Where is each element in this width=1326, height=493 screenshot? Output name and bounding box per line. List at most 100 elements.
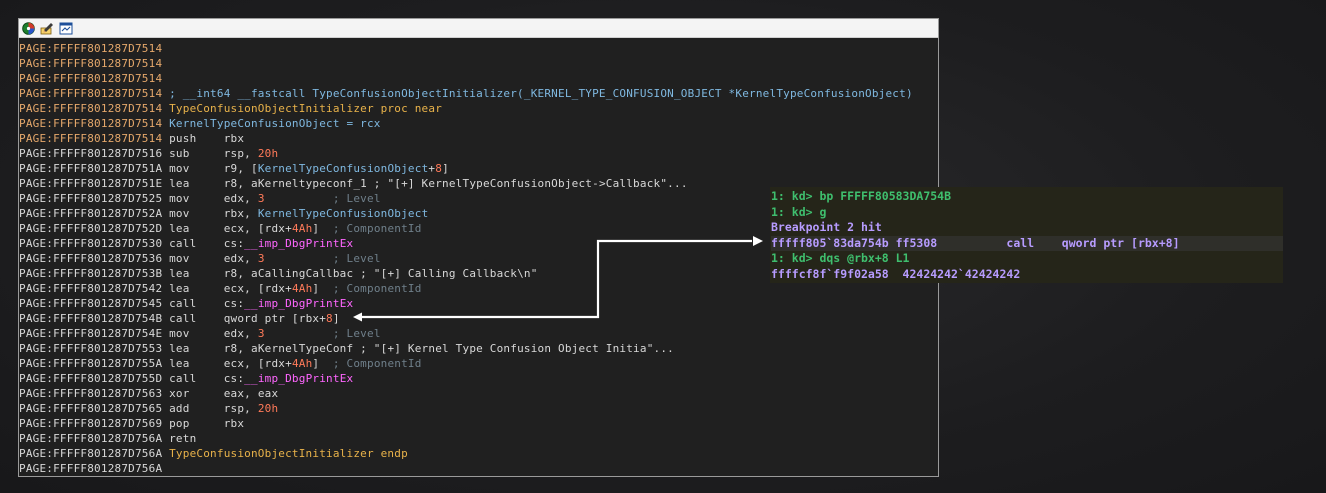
disasm-operand: r8, aKernelTypeConf ; "[+] Kernel Type C… xyxy=(223,342,674,355)
disasm-operand: KernelTypeConfusionObject xyxy=(257,162,429,175)
disasm-operand: KernelTypeConfusionObject = rcx xyxy=(169,117,381,130)
disasm-operand: ecx, [rdx+ xyxy=(223,222,292,235)
disasm-operand: __imp_DbgPrintEx xyxy=(244,372,354,385)
disasm-address: PAGE:FFFFF801287D7514 xyxy=(19,87,163,100)
windbg-command-line: 1: kd> dqs @rbx+8 L1 xyxy=(771,251,910,266)
disasm-address: PAGE:FFFFF801287D7536 xyxy=(19,252,163,265)
disasm-address: PAGE:FFFFF801287D7514 xyxy=(19,72,163,85)
disasm-line[interactable]: PAGE:FFFFF801287D7514 xyxy=(19,71,938,86)
disasm-mnemonic: mov xyxy=(169,252,224,265)
disasm-address: PAGE:FFFFF801287D7569 xyxy=(19,417,163,430)
proximity-view-icon[interactable] xyxy=(59,21,73,35)
disasm-mnemonic: mov xyxy=(169,162,224,175)
disasm-line[interactable]: PAGE:FFFFF801287D7514 push rbx xyxy=(19,131,938,146)
disasm-line[interactable]: PAGE:FFFFF801287D7569 pop rbx xyxy=(19,416,938,431)
windbg-output-line: fffff805`83da754b ff5308 call qword ptr … xyxy=(771,235,1283,252)
disasm-operand: ; Level xyxy=(264,327,381,340)
disasm-mnemonic: lea xyxy=(169,222,224,235)
disasm-line[interactable]: PAGE:FFFFF801287D7563 xor eax, eax xyxy=(19,386,938,401)
disasm-operand: r8, aCallingCallbac ; "[+] Calling Callb… xyxy=(223,267,538,280)
disasm-operand: 20h xyxy=(257,402,279,415)
disasm-address: PAGE:FFFFF801287D7565 xyxy=(19,402,163,415)
disasm-address: PAGE:FFFFF801287D751E xyxy=(19,177,163,190)
disasm-mnemonic: xor xyxy=(169,387,224,400)
disasm-mnemonic: retn xyxy=(169,432,224,445)
disasm-mnemonic: mov xyxy=(169,327,224,340)
disasm-operand: ; Level xyxy=(264,252,381,265)
disasm-address: PAGE:FFFFF801287D756A xyxy=(19,432,163,445)
disasm-operand: edx, xyxy=(223,192,258,205)
disasm-line[interactable]: PAGE:FFFFF801287D755D call cs:__imp_DbgP… xyxy=(19,371,938,386)
disasm-line[interactable]: PAGE:FFFFF801287D7545 call cs:__imp_DbgP… xyxy=(19,296,938,311)
disasm-line[interactable]: PAGE:FFFFF801287D756A retn xyxy=(19,431,938,446)
disasm-address: PAGE:FFFFF801287D751A xyxy=(19,162,163,175)
disasm-line[interactable]: PAGE:FFFFF801287D7514 ; __int64 __fastca… xyxy=(19,86,938,101)
disasm-operand: 20h xyxy=(257,147,279,160)
disasm-line[interactable]: PAGE:FFFFF801287D7514 TypeConfusionObjec… xyxy=(19,101,938,116)
disasm-line[interactable]: PAGE:FFFFF801287D7553 lea r8, aKernelTyp… xyxy=(19,341,938,356)
disasm-operand: KernelTypeConfusionObject xyxy=(257,207,429,220)
disasm-address: PAGE:FFFFF801287D7563 xyxy=(19,387,163,400)
disasm-address: PAGE:FFFFF801287D755D xyxy=(19,372,163,385)
disasm-address: PAGE:FFFFF801287D756A xyxy=(19,462,163,475)
disasm-line[interactable]: PAGE:FFFFF801287D7514 xyxy=(19,56,938,71)
disasm-address: PAGE:FFFFF801287D7530 xyxy=(19,237,163,250)
edit-icon[interactable] xyxy=(40,21,54,35)
disasm-operand: __imp_DbgPrintEx xyxy=(244,237,354,250)
disasm-operand: ; __int64 __fastcall TypeConfusionObject… xyxy=(169,87,913,100)
disasm-operand: r8, aKerneltypeconf_1 ; "[+] KernelTypeC… xyxy=(223,177,688,190)
disasm-operand: qword ptr [rbx+ xyxy=(223,312,327,325)
disasm-operand: ecx, [rdx+ xyxy=(223,282,292,295)
disasm-operand: __imp_DbgPrintEx xyxy=(244,297,354,310)
disasm-operand: rsp, xyxy=(223,147,258,160)
disasm-address: PAGE:FFFFF801287D752A xyxy=(19,207,163,220)
disasm-address: PAGE:FFFFF801287D754E xyxy=(19,327,163,340)
disasm-mnemonic: call xyxy=(169,372,224,385)
disasm-address: PAGE:FFFFF801287D7545 xyxy=(19,297,163,310)
disasm-address: PAGE:FFFFF801287D7516 xyxy=(19,147,163,160)
disasm-address: PAGE:FFFFF801287D7514 xyxy=(19,132,163,145)
disasm-operand: ; Level xyxy=(264,192,381,205)
windbg-output-line: Breakpoint 2 hit xyxy=(771,220,882,235)
windbg-output-panel: 1: kd> bp FFFFF80583DA754B 1: kd> g Breakp… xyxy=(770,187,1283,283)
disasm-address: PAGE:FFFFF801287D7514 xyxy=(19,117,163,130)
graph-view-icon[interactable] xyxy=(21,21,35,35)
disasm-operand: rbx xyxy=(223,132,245,145)
disasm-line[interactable]: PAGE:FFFFF801287D756A TypeConfusionObjec… xyxy=(19,446,938,461)
disasm-line[interactable]: PAGE:FFFFF801287D7514 xyxy=(19,41,938,56)
windbg-command-line: 1: kd> bp FFFFF80583DA754B xyxy=(771,189,952,203)
disasm-address: PAGE:FFFFF801287D7514 xyxy=(19,42,163,55)
disasm-line[interactable]: PAGE:FFFFF801287D7516 sub rsp, 20h xyxy=(19,146,938,161)
disasm-operand: eax, eax xyxy=(223,387,279,400)
disasm-mnemonic: call xyxy=(169,312,224,325)
disasm-operand: rsp, xyxy=(223,402,258,415)
disasm-line[interactable]: PAGE:FFFFF801287D756A xyxy=(19,461,938,476)
disasm-line[interactable]: PAGE:FFFFF801287D755A lea ecx, [rdx+4Ah]… xyxy=(19,356,938,371)
disasm-operand: 4Ah xyxy=(291,222,313,235)
disasm-operand: 4Ah xyxy=(291,282,313,295)
disasm-operand: ; ComponentId xyxy=(319,357,422,370)
disasm-operand: 3 xyxy=(257,327,265,340)
disasm-operand: TypeConfusionObjectInitializer endp xyxy=(169,447,408,460)
disasm-mnemonic: mov xyxy=(169,207,224,220)
disasm-address: PAGE:FFFFF801287D7514 xyxy=(19,102,163,115)
disasm-line[interactable]: PAGE:FFFFF801287D751A mov r9, [KernelTyp… xyxy=(19,161,938,176)
disasm-operand: 4Ah xyxy=(291,357,313,370)
disasm-mnemonic: pop xyxy=(169,417,224,430)
disasm-mnemonic: sub xyxy=(169,147,224,160)
windbg-command-line: 1: kd> g xyxy=(771,204,827,219)
disasm-operand: rbx, xyxy=(223,207,258,220)
disasm-operand: ] xyxy=(332,312,340,325)
disasm-address: PAGE:FFFFF801287D754B xyxy=(19,312,163,325)
disasm-line[interactable]: PAGE:FFFFF801287D754E mov edx, 3 ; Level xyxy=(19,326,938,341)
disasm-address: PAGE:FFFFF801287D755A xyxy=(19,357,163,370)
disasm-mnemonic: lea xyxy=(169,177,224,190)
disasm-operand: 3 xyxy=(257,252,265,265)
disasm-mnemonic: push xyxy=(169,132,224,145)
disasm-line[interactable]: PAGE:FFFFF801287D7514 KernelTypeConfusio… xyxy=(19,116,938,131)
windbg-output-line: ffffcf8f`f9f02a58 42424242`42424242 xyxy=(771,266,1021,281)
disasm-line[interactable]: PAGE:FFFFF801287D7542 lea ecx, [rdx+4Ah]… xyxy=(19,281,938,296)
disasm-line[interactable]: PAGE:FFFFF801287D7565 add rsp, 20h xyxy=(19,401,938,416)
ida-toolbar xyxy=(19,19,938,38)
disasm-line[interactable]: PAGE:FFFFF801287D754B call qword ptr [rb… xyxy=(19,311,938,326)
